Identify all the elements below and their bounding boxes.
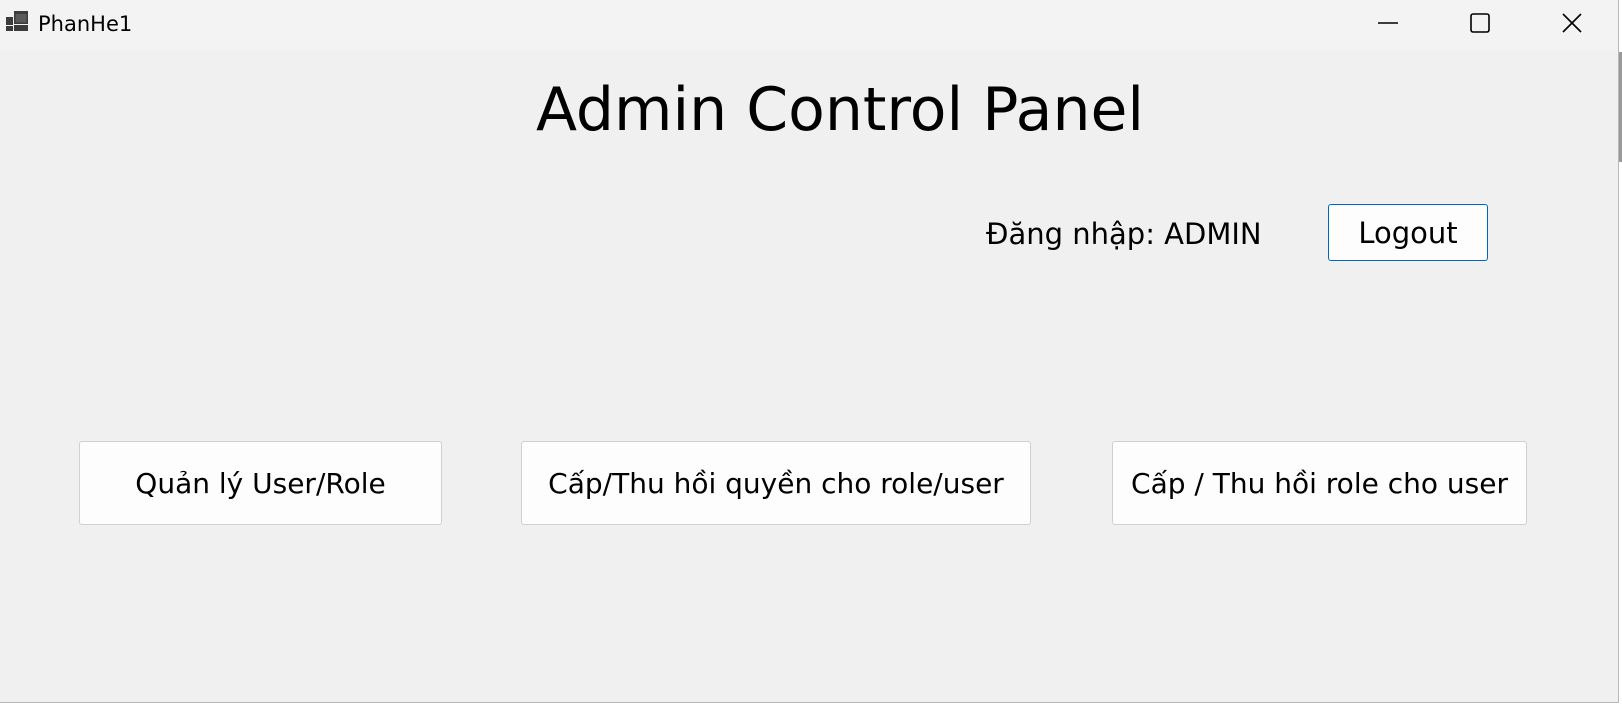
minimize-icon: [1377, 12, 1399, 34]
manage-user-role-button[interactable]: Quản lý User/Role: [79, 441, 442, 525]
close-button[interactable]: [1526, 0, 1618, 46]
grant-revoke-role-button[interactable]: Cấp / Thu hồi role cho user: [1112, 441, 1527, 525]
window-title: PhanHe1: [38, 12, 133, 36]
page-title: Admin Control Panel: [535, 75, 1145, 145]
close-icon: [1561, 12, 1583, 34]
app-window-icon: [6, 11, 28, 33]
maximize-button[interactable]: [1434, 0, 1526, 46]
title-bar[interactable]: PhanHe1: [0, 0, 1618, 50]
login-status-label: Đăng nhập: ADMIN: [986, 217, 1262, 251]
app-window: PhanHe1 Admin Control Panel Đăng nhập: A…: [0, 0, 1619, 703]
maximize-icon: [1469, 12, 1491, 34]
logout-button[interactable]: Logout: [1328, 204, 1488, 261]
grant-revoke-privilege-button[interactable]: Cấp/Thu hồi quyền cho role/user: [521, 441, 1031, 525]
minimize-button[interactable]: [1342, 0, 1434, 46]
